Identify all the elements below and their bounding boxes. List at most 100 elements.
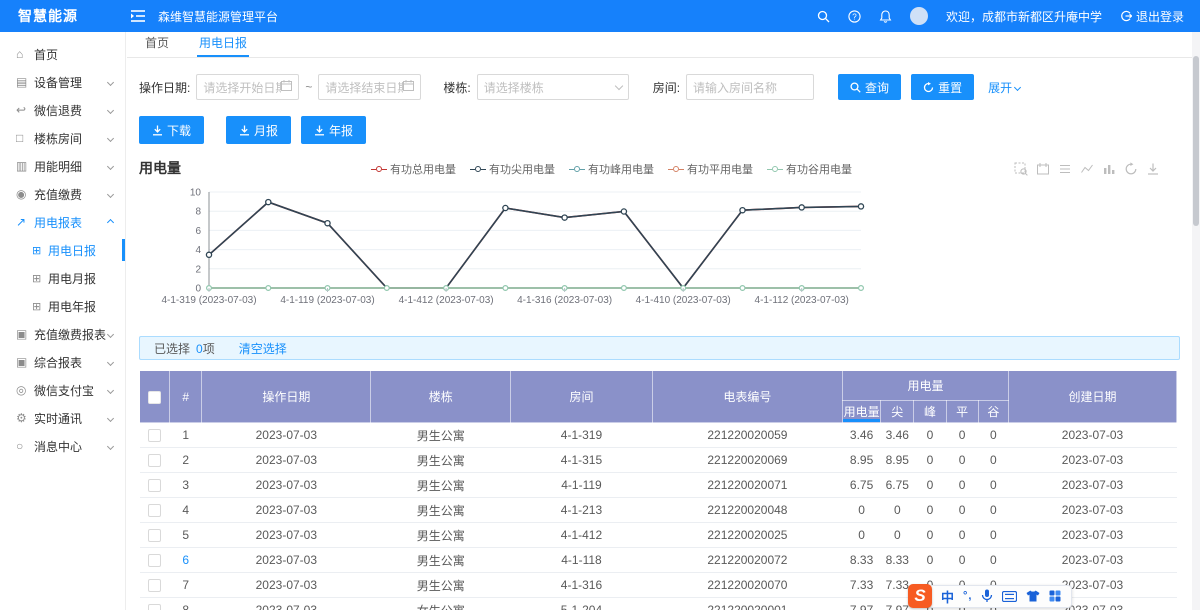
sidebar-item-summary-report[interactable]: ▣综合报表 (0, 348, 125, 376)
vertical-scrollbar[interactable] (1192, 32, 1200, 610)
expand-link[interactable]: 展开 (988, 79, 1020, 96)
microphone-icon[interactable] (981, 589, 993, 603)
save-image-icon[interactable] (1146, 162, 1160, 176)
restore-icon[interactable] (1124, 162, 1138, 176)
device-icon: ▤ (16, 75, 34, 89)
sidebar-subitem[interactable]: ⊞用电年报 (0, 292, 125, 320)
table-icon: ⊞ (32, 244, 48, 257)
sidebar-item-home[interactable]: ⌂首页 (0, 40, 125, 68)
monthly-report-button[interactable]: 月报 (226, 116, 291, 144)
summary-report-icon: ▣ (16, 355, 34, 369)
data-view-icon[interactable] (1058, 162, 1072, 176)
chart-toolbox (1014, 162, 1160, 176)
sidebar-item-report[interactable]: ↗用电报表 (0, 208, 125, 236)
calendar-icon (403, 80, 414, 94)
column-header-create-date: 创建日期 (1008, 371, 1176, 423)
sidebar-item-device[interactable]: ▤设备管理 (0, 68, 125, 96)
selection-bar: 已选择 0项 清空选择 (139, 336, 1180, 360)
sidebar-subitem[interactable]: ⊞用电日报 (0, 236, 125, 264)
column-header-peak[interactable]: 峰 (914, 401, 946, 423)
row-checkbox[interactable] (148, 604, 161, 610)
reset-button[interactable]: 重置 (911, 74, 974, 100)
user-avatar[interactable] (910, 7, 928, 25)
svg-text:6: 6 (195, 226, 201, 237)
row-checkbox[interactable] (148, 579, 161, 592)
legend-marker-icon (470, 166, 486, 172)
chevron-icon (107, 106, 114, 113)
chevron-icon (107, 162, 114, 169)
row-checkbox[interactable] (148, 479, 161, 492)
usage-detail-icon: ▥ (16, 159, 34, 173)
svg-text:4-1-119 (2023-07-03): 4-1-119 (2023-07-03) (280, 295, 374, 306)
bar-chart-icon[interactable] (1102, 162, 1116, 176)
tab-bar: 首页 用电日报 (127, 32, 1192, 58)
legend-item[interactable]: 有功平用电量 (668, 161, 753, 177)
toolbox-grid-icon[interactable] (1049, 590, 1061, 602)
filter-bar: 操作日期: 请选择开始日期 ~ 请选择结束日期 楼栋: 请选择楼栋 房间: (127, 58, 1192, 110)
sogou-logo-icon[interactable]: S (908, 584, 932, 608)
column-header-flat[interactable]: 平 (946, 401, 978, 423)
legend-item[interactable]: 有功谷用电量 (767, 161, 852, 177)
sidebar-item-usage-detail[interactable]: ▥用能明细 (0, 152, 125, 180)
query-button[interactable]: 查询 (838, 74, 901, 100)
legend-item[interactable]: 有功总用电量 (371, 161, 456, 177)
sidebar-item-wechat-alipay[interactable]: ◎微信支付宝 (0, 376, 125, 404)
sidebar-collapse-icon[interactable] (130, 9, 146, 23)
top-bar: 智慧能源 森维智慧能源管理平台 ? 欢迎，成都市新都区升庵中学 退出登录 (0, 0, 1200, 32)
sidebar-item-refund[interactable]: ↩微信退费 (0, 96, 125, 124)
skin-shirt-icon[interactable] (1026, 590, 1040, 602)
chevron-icon (107, 190, 114, 197)
column-header-valley[interactable]: 谷 (978, 401, 1008, 423)
sidebar-subitem[interactable]: ⊞用电月报 (0, 264, 125, 292)
table-row: 62023-07-03男生公寓4-1-1182212200200728.338.… (140, 548, 1177, 573)
realtime-icon: ⚙ (16, 411, 34, 425)
sidebar-item-message[interactable]: ○消息中心 (0, 432, 125, 460)
tab-item[interactable]: 首页 (143, 32, 171, 57)
start-date-input[interactable]: 请选择开始日期 (196, 74, 299, 100)
row-checkbox[interactable] (148, 504, 161, 517)
svg-text:10: 10 (190, 188, 202, 199)
select-all-checkbox[interactable] (148, 391, 161, 404)
scrollbar-thumb[interactable] (1193, 56, 1199, 226)
logout-label: 退出登录 (1136, 8, 1184, 25)
row-checkbox[interactable] (148, 554, 161, 567)
legend-item[interactable]: 有功尖用电量 (470, 161, 555, 177)
tab-active[interactable]: 用电日报 (197, 32, 249, 57)
row-checkbox[interactable] (148, 529, 161, 542)
logout-button[interactable]: 退出登录 (1120, 8, 1184, 25)
sidebar-item-recharge[interactable]: ◉充值缴费 (0, 180, 125, 208)
row-checkbox[interactable] (148, 454, 161, 467)
column-header-sharp[interactable]: 尖 (881, 401, 914, 423)
end-date-input[interactable]: 请选择结束日期 (318, 74, 421, 100)
search-icon[interactable] (817, 10, 830, 23)
column-header-meter-no: 电表编号 (652, 371, 842, 423)
line-chart-icon[interactable] (1080, 162, 1094, 176)
chevron-icon (107, 134, 114, 141)
report-table-body: 12023-07-03男生公寓4-1-3192212200200593.463.… (140, 423, 1177, 610)
building-select[interactable]: 请选择楼栋 (477, 74, 629, 100)
keyboard-icon[interactable] (1002, 591, 1017, 602)
ime-chinese-mode-icon[interactable]: 中 (941, 587, 954, 606)
row-checkbox[interactable] (148, 429, 161, 442)
svg-text:0: 0 (195, 284, 201, 295)
table-icon: ⊞ (32, 300, 48, 313)
clear-selection-link[interactable]: 清空选择 (239, 340, 287, 357)
download-button[interactable]: 下载 (139, 116, 204, 144)
zoom-select-icon[interactable] (1014, 162, 1028, 176)
sidebar-item-recharge-report[interactable]: ▣充值缴费报表 (0, 320, 125, 348)
room-input[interactable]: 请输入房间名称 (686, 74, 814, 100)
yearly-report-button[interactable]: 年报 (301, 116, 366, 144)
recharge-icon: ◉ (16, 187, 34, 201)
sidebar: ⌂首页▤设备管理↩微信退费□楼栋房间▥用能明细◉充值缴费↗用电报表⊞用电日报⊞用… (0, 32, 126, 610)
bell-icon[interactable] (879, 10, 892, 23)
column-header-usage[interactable]: 用电量 (842, 401, 880, 423)
ime-punctuation-icon[interactable]: °, (963, 590, 972, 602)
svg-text:8: 8 (195, 207, 201, 218)
select-all-header (140, 371, 170, 423)
help-icon[interactable]: ? (848, 10, 861, 23)
room-label: 房间: (653, 79, 680, 96)
sidebar-item-realtime[interactable]: ⚙实时通讯 (0, 404, 125, 432)
zoom-reset-icon[interactable] (1036, 162, 1050, 176)
legend-item[interactable]: 有功峰用电量 (569, 161, 654, 177)
sidebar-item-building[interactable]: □楼栋房间 (0, 124, 125, 152)
